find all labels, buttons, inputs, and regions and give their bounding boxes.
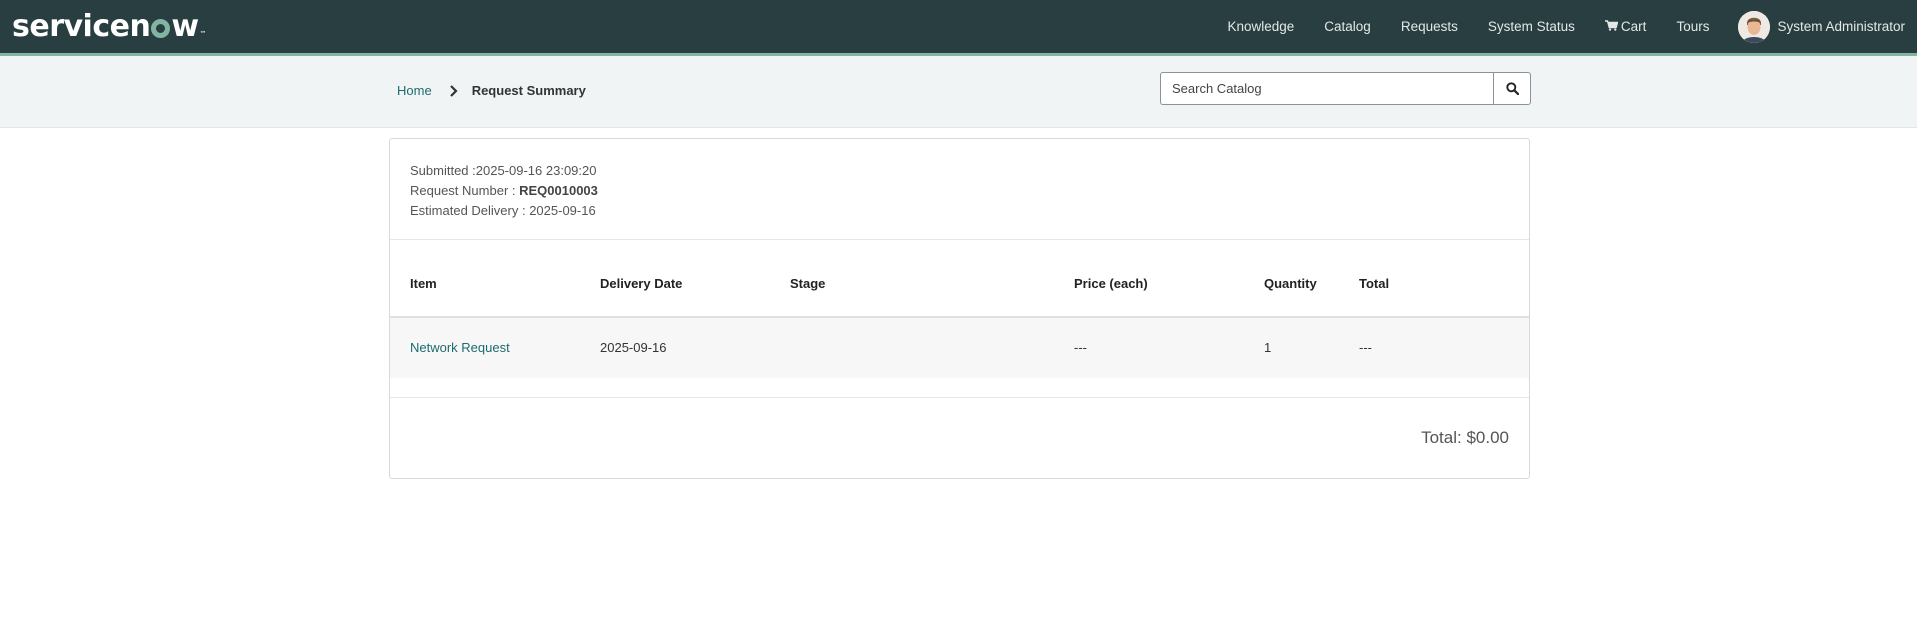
submitted-line: Submitted :2025-09-16 23:09:20 — [410, 161, 1509, 181]
estimated-delivery-value: 2025-09-16 — [529, 203, 596, 218]
column-header-delivery-date: Delivery Date — [600, 276, 683, 291]
nav-cart-label: Cart — [1620, 19, 1647, 34]
nav-cart[interactable]: Cart — [1590, 19, 1662, 34]
search-input[interactable] — [1160, 72, 1493, 105]
avatar — [1738, 10, 1771, 43]
total-section: Total: $0.00 — [390, 398, 1529, 478]
header-nav: Knowledge Catalog Requests System Status… — [1212, 0, 1905, 53]
submitted-value: 2025-09-16 23:09:20 — [475, 163, 597, 178]
estimated-delivery-line: Estimated Delivery : 2025-09-16 — [410, 201, 1509, 221]
table-footer-divider — [390, 378, 1529, 398]
row-delivery-date: 2025-09-16 — [600, 340, 667, 355]
nav-system-status[interactable]: System Status — [1473, 19, 1590, 34]
column-header-stage: Stage — [790, 276, 826, 291]
logo-text-end: w — [171, 8, 199, 44]
row-item-link[interactable]: Network Request — [410, 340, 510, 355]
breadcrumb-current: Request Summary — [471, 83, 586, 98]
column-header-item: Item — [410, 276, 437, 291]
row-total: --- — [1359, 340, 1372, 355]
user-menu[interactable]: System Administrator — [1738, 10, 1905, 43]
request-number-line: Request Number : REQ0010003 — [410, 181, 1509, 201]
search-button[interactable] — [1493, 72, 1531, 105]
user-avatar-icon — [1738, 10, 1771, 43]
breadcrumb-home[interactable]: Home — [397, 83, 432, 98]
logo-trademark: ™ — [199, 29, 207, 38]
estimated-delivery-label: Estimated Delivery : — [410, 203, 530, 218]
column-header-quantity: Quantity — [1264, 276, 1317, 291]
row-quantity: 1 — [1264, 340, 1272, 355]
nav-catalog[interactable]: Catalog — [1309, 19, 1386, 34]
request-info: Submitted :2025-09-16 23:09:20 Request N… — [390, 139, 1529, 240]
nav-tours[interactable]: Tours — [1661, 19, 1724, 34]
logo-o-glyph — [151, 18, 171, 38]
request-number-value: REQ0010003 — [519, 183, 598, 198]
nav-requests[interactable]: Requests — [1386, 19, 1473, 34]
breadcrumb-bar: Home Request Summary — [0, 56, 1917, 128]
request-number-label: Request Number : — [410, 183, 520, 198]
user-name: System Administrator — [1777, 19, 1905, 34]
search-icon — [1505, 82, 1519, 95]
table-row: Network Request 2025-09-16 --- 1 --- — [390, 318, 1529, 378]
request-summary-panel: Submitted :2025-09-16 23:09:20 Request N… — [389, 138, 1530, 479]
breadcrumb: Home Request Summary — [397, 83, 586, 98]
servicenow-logo[interactable]: servicen w ™ — [12, 8, 207, 44]
nav-knowledge[interactable]: Knowledge — [1212, 19, 1309, 34]
grand-total: Total: $0.00 — [1421, 428, 1509, 447]
cart-icon — [1604, 20, 1619, 31]
catalog-search — [1160, 72, 1531, 105]
chevron-right-icon — [449, 84, 458, 97]
top-header: servicen w ™ Knowledge Catalog Requests Sy… — [0, 0, 1917, 53]
submitted-label: Submitted : — [410, 163, 476, 178]
row-price: --- — [1074, 340, 1087, 355]
table-header: Item Delivery Date Stage Price (each) Qu… — [390, 240, 1529, 318]
column-header-total: Total — [1359, 276, 1390, 291]
logo-text-start: servicen — [12, 8, 151, 44]
column-header-price: Price (each) — [1074, 276, 1148, 291]
